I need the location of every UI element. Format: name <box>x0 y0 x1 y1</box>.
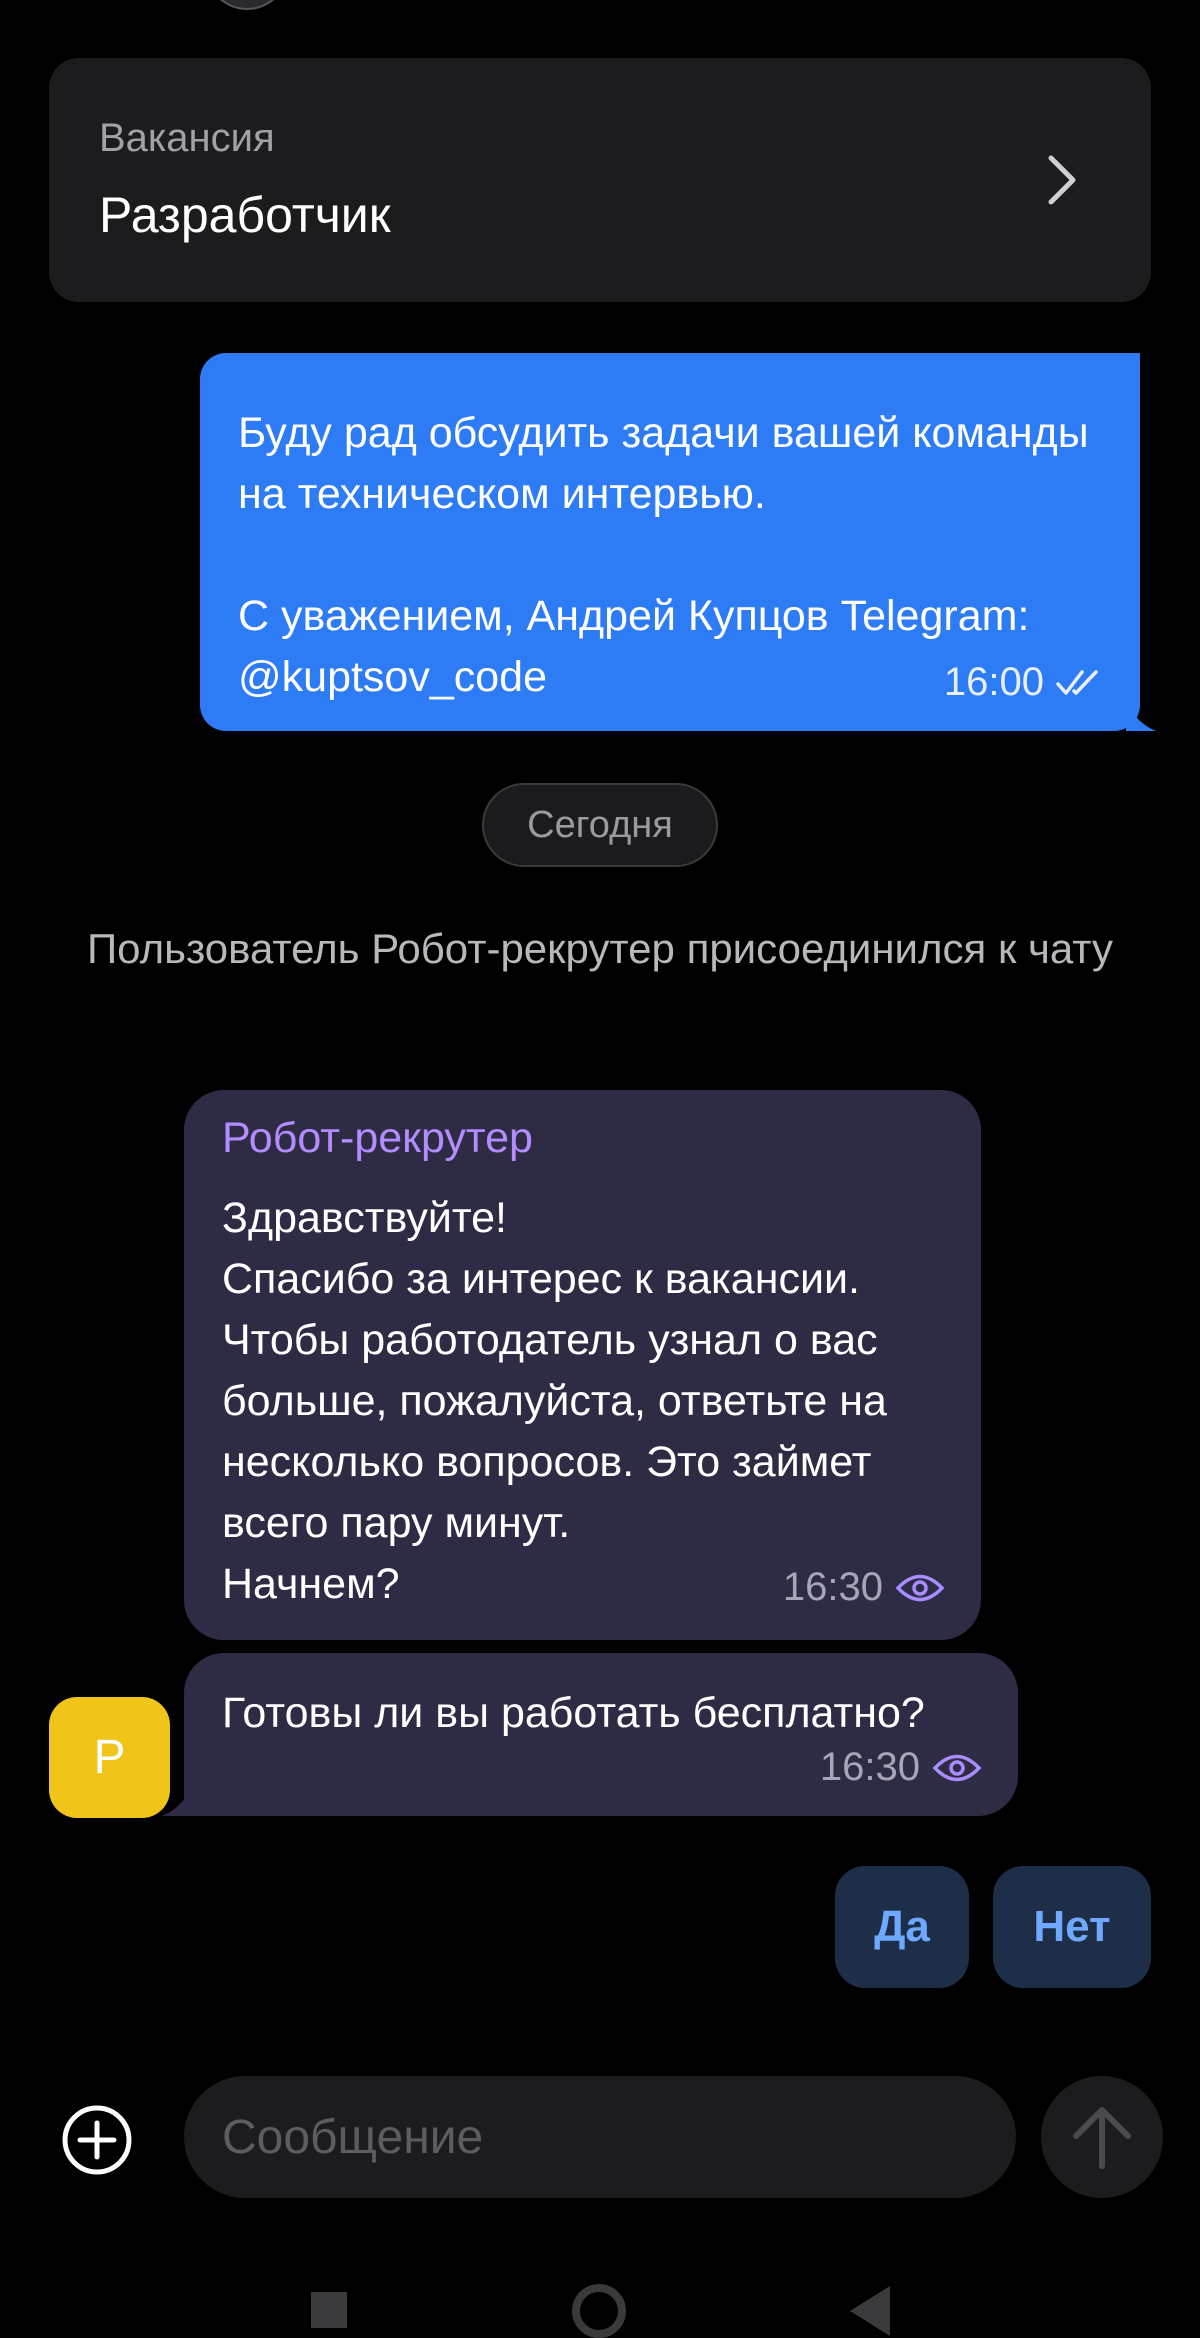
outgoing-message-bubble[interactable]: Буду рад обсудить задачи вашей команды н… <box>200 353 1156 731</box>
message-text: Здравствуйте! Спасибо за интерес к вакан… <box>222 1194 887 1608</box>
quick-reply-no-button[interactable]: Нет <box>993 1866 1151 1988</box>
date-separator: Сегодня <box>482 783 718 867</box>
eye-icon <box>895 1574 945 1601</box>
avatar[interactable]: Р <box>49 1697 170 1818</box>
message-input[interactable] <box>184 2076 1016 2198</box>
message-time: 16:00 <box>943 660 1044 704</box>
bubble-tail <box>1126 701 1156 731</box>
vacancy-label: Вакансия <box>99 116 275 160</box>
quick-reply-yes-button[interactable]: Да <box>835 1866 969 1988</box>
sender-name[interactable]: Робот-рекрутер <box>222 1114 533 1163</box>
message-time: 16:30 <box>782 1565 883 1609</box>
message-meta: 16:30 <box>820 1745 982 1790</box>
eye-icon <box>932 1754 982 1781</box>
arrow-up-icon <box>1073 2107 1131 2169</box>
nav-home-icon[interactable] <box>572 2284 626 2338</box>
incoming-message-bubble[interactable]: Робот-рекрутер Здравствуйте! Спасибо за … <box>184 1090 981 1640</box>
message-time: 16:30 <box>819 1745 920 1789</box>
chat-avatar[interactable] <box>200 0 294 10</box>
vacancy-card[interactable]: Вакансия Разработчик <box>49 58 1151 302</box>
nav-back-icon[interactable] <box>850 2286 890 2336</box>
message-meta: 16:00 <box>944 660 1102 705</box>
nav-recents-icon[interactable] <box>311 2292 347 2328</box>
system-message: Пользователь Робот-рекрутер присоединилс… <box>86 925 1114 972</box>
message-meta: 16:30 <box>783 1565 945 1610</box>
double-check-icon <box>1056 669 1098 695</box>
incoming-message-bubble[interactable]: Готовы ли вы работать бесплатно? 16:30 <box>162 1653 1018 1816</box>
send-button[interactable] <box>1041 2076 1163 2198</box>
chevron-right-icon <box>1048 155 1076 205</box>
vacancy-title: Разработчик <box>99 187 391 243</box>
message-text: Готовы ли вы работать бесплатно? <box>222 1689 925 1737</box>
plus-circle-icon[interactable] <box>60 2103 134 2177</box>
